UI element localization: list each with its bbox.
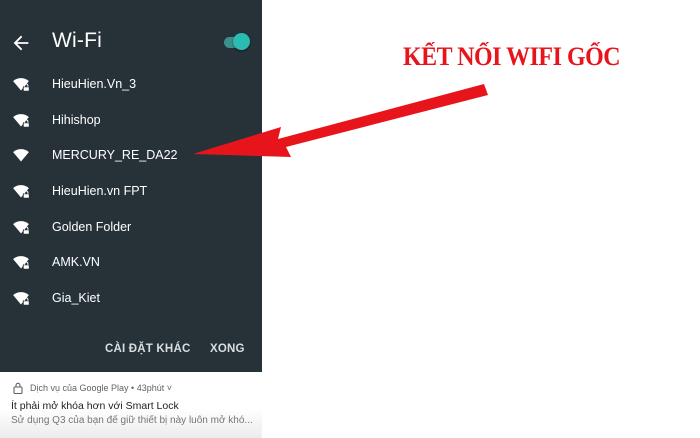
wifi-lock-icon: [13, 78, 30, 92]
annotation-caption: KẾT NỐI WIFI GỐC: [403, 42, 621, 71]
wifi-lock-icon: [13, 113, 30, 128]
network-name: Hihishop: [52, 112, 101, 127]
network-item[interactable]: Gia_Kiet: [0, 281, 262, 317]
smart-lock-notification[interactable]: Dịch vụ của Google Play • 43phút ˅ Ít ph…: [0, 372, 262, 438]
wifi-toggle[interactable]: [224, 33, 250, 51]
network-item[interactable]: Golden Folder: [0, 210, 262, 246]
wifi-lock-icon: [13, 185, 30, 199]
wifi-dialog: Wi-Fi HieuHien.Vn_3 Hihishop MERCURY_RE_…: [0, 0, 262, 372]
network-item[interactable]: Hihishop: [0, 103, 262, 139]
screenshot-stage: Wi-Fi HieuHien.Vn_3 Hihishop MERCURY_RE_…: [0, 0, 700, 438]
wifi-toggle-thumb: [233, 33, 250, 50]
notification-title: Ít phải mở khóa hơn với Smart Lock: [11, 400, 179, 412]
network-list: HieuHien.Vn_3 Hihishop MERCURY_RE_DA22 H…: [0, 67, 262, 317]
network-name: HieuHien.Vn_3: [52, 77, 137, 91]
network-name: AMK.VN: [52, 255, 100, 270]
network-item[interactable]: MERCURY_RE_DA22: [0, 138, 262, 174]
wifi-lock-icon: [13, 256, 30, 271]
wifi-title: Wi-Fi: [52, 29, 102, 52]
more-settings-button[interactable]: CÀI ĐẶT KHÁC: [105, 343, 190, 355]
network-name: Golden Folder: [52, 219, 132, 234]
wifi-lock-icon: [13, 220, 30, 235]
wifi-icon: [13, 149, 29, 162]
network-item[interactable]: AMK.VN: [0, 245, 262, 281]
network-item[interactable]: HieuHien.vn FPT: [0, 174, 262, 210]
back-arrow-icon[interactable]: [10, 32, 32, 54]
lock-icon: [13, 382, 23, 394]
wifi-lock-icon: [13, 292, 30, 306]
network-name: Gia_Kiet: [52, 291, 100, 306]
notification-source: Dịch vụ của Google Play • 43phút ˅: [30, 383, 172, 393]
network-name: MERCURY_RE_DA22: [52, 148, 178, 163]
done-button[interactable]: XONG: [210, 343, 245, 355]
notification-body: Sử dụng Q3 của bạn để giữ thiết bị này l…: [11, 415, 253, 426]
network-item[interactable]: HieuHien.Vn_3: [0, 67, 262, 103]
network-name: HieuHien.vn FPT: [52, 184, 148, 199]
